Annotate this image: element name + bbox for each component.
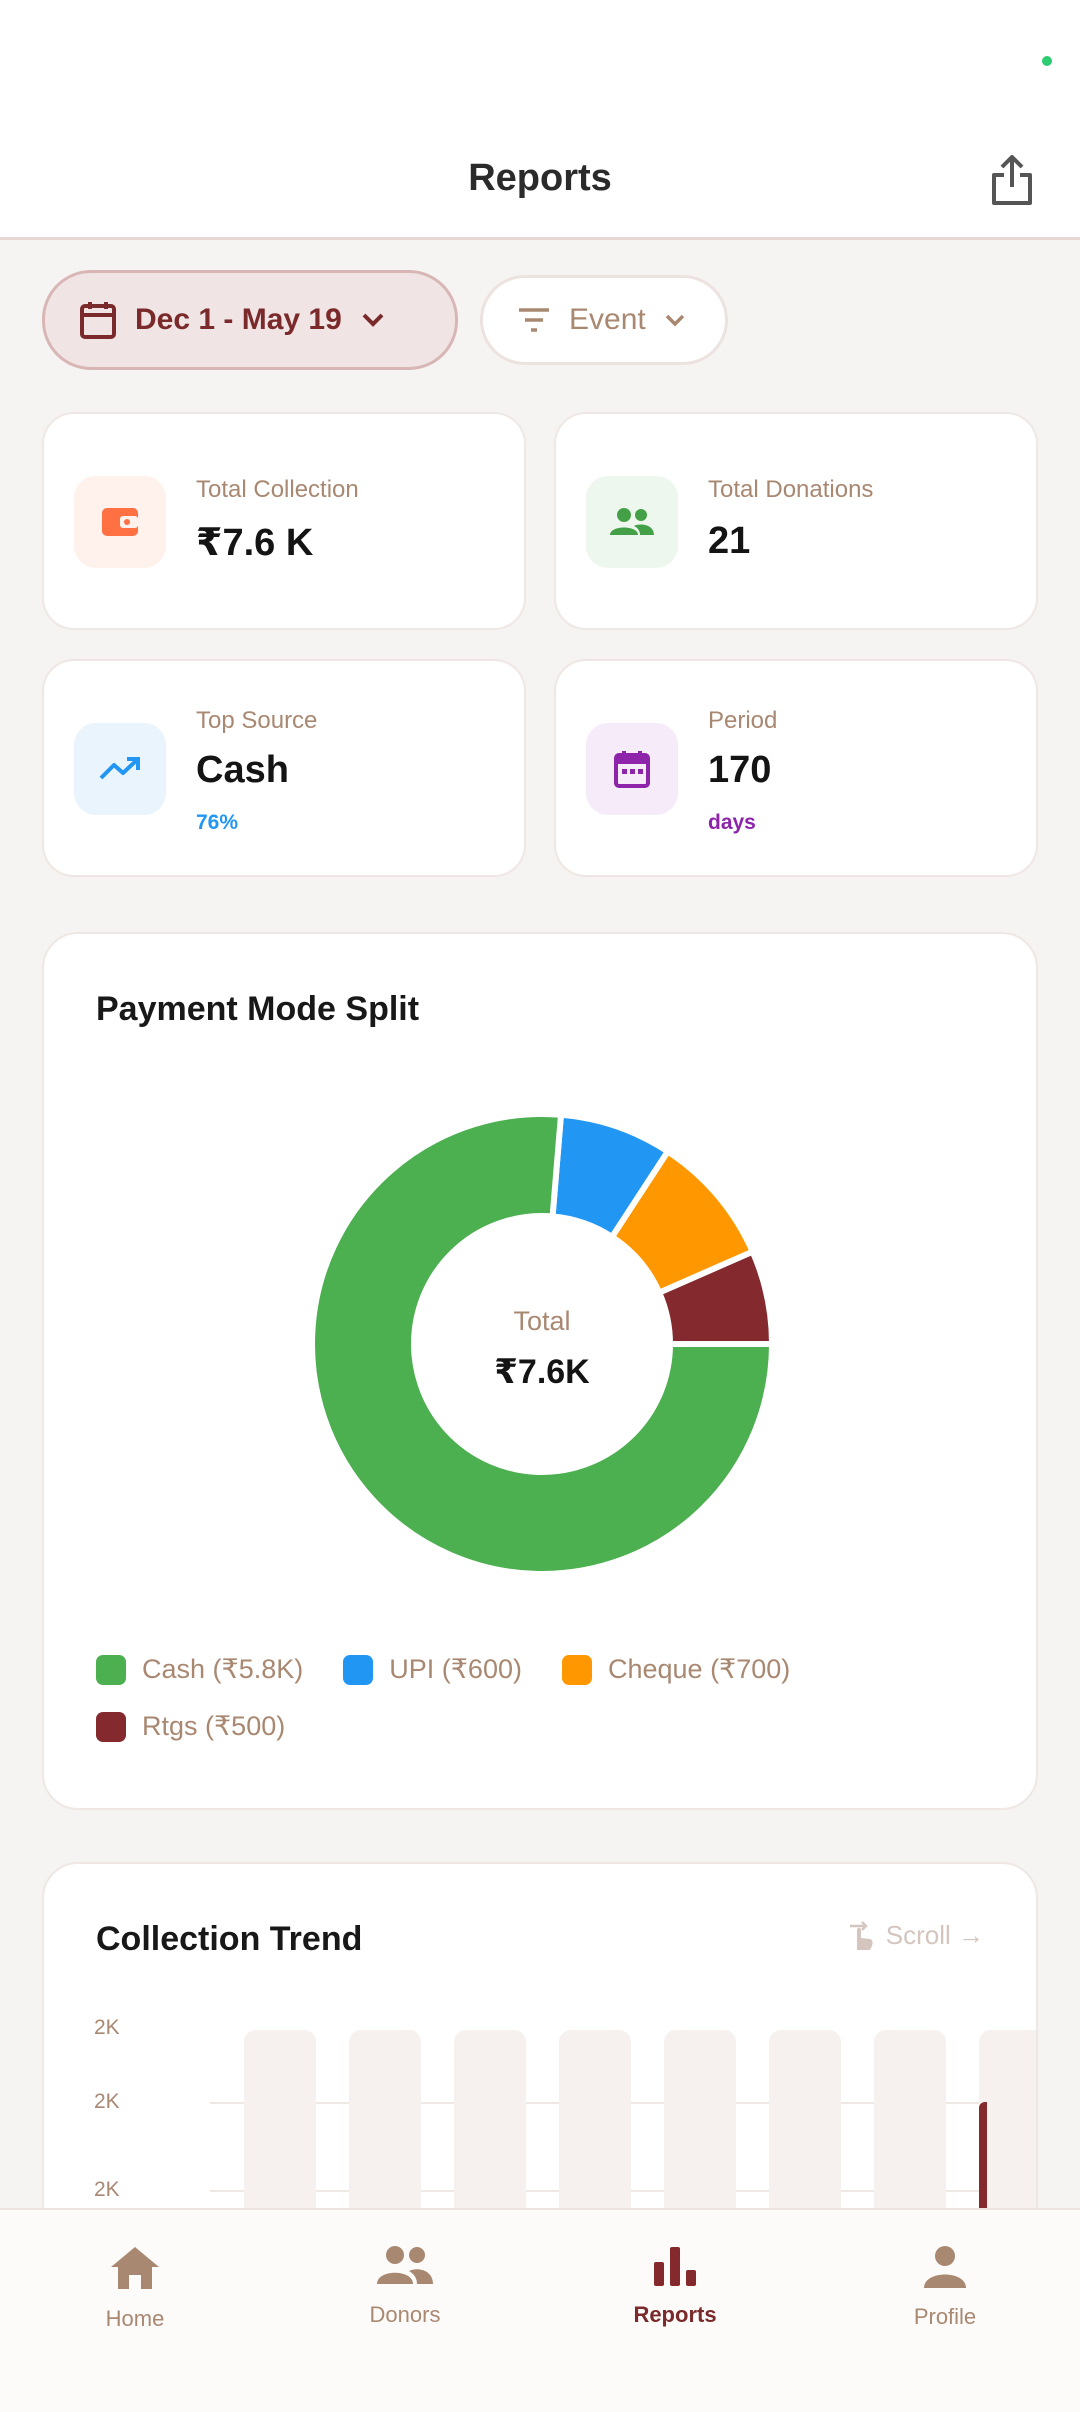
legend-item-cheque: Cheque (₹700) — [561, 1654, 791, 1685]
stat-value: 21 — [708, 520, 751, 562]
stat-label: Total Collection — [196, 476, 359, 503]
chart-legend: Cash (₹5.8K) UPI (₹600) Cheque (₹700) Rt… — [96, 1654, 996, 1742]
group-icon — [586, 476, 678, 568]
y-tick-label: 2K — [94, 2016, 120, 2039]
trending-up-icon — [74, 723, 166, 815]
nav-item-donors[interactable]: Donors — [270, 2210, 540, 2412]
stat-value: ₹7.6 K — [196, 522, 314, 564]
legend-item-rtgs: Rtgs (₹500) — [96, 1711, 285, 1742]
payment-mode-split-card: Payment Mode Split Total ₹7.6K Cash (₹5.… — [42, 932, 1038, 1810]
person-icon — [924, 2246, 966, 2288]
legend-swatch — [343, 1654, 374, 1685]
stat-label: Top Source — [196, 707, 318, 734]
legend-label: UPI (₹600) — [389, 1654, 522, 1684]
stat-card-total-collection: Total Collection ₹7.6 K — [42, 412, 526, 630]
legend-item-upi: UPI (₹600) — [343, 1654, 522, 1685]
collection-trend-card: Collection Trend Scroll → 2K 2K 2K — [42, 1862, 1038, 2262]
filter-bar: Dec 1 - May 19 Event — [42, 270, 728, 370]
legend-swatch — [96, 1711, 126, 1742]
donut-center-label: Total — [513, 1306, 571, 1336]
legend-label: Rtgs (₹500) — [142, 1711, 286, 1741]
legend-label: Cash (₹5.8K) — [142, 1654, 304, 1684]
date-range-filter[interactable]: Dec 1 - May 19 — [42, 270, 458, 370]
legend-swatch — [561, 1654, 592, 1685]
scroll-hint[interactable]: Scroll → — [846, 1918, 984, 1952]
share-button[interactable] — [974, 142, 1050, 218]
chevron-down-icon — [665, 314, 684, 327]
nav-item-reports[interactable]: Reports — [540, 2210, 810, 2412]
wallet-icon — [74, 476, 166, 568]
date-range-label: Dec 1 - May 19 — [135, 303, 342, 336]
nav-label: Reports — [633, 2302, 717, 2327]
filter-icon — [519, 308, 549, 332]
stat-card-top-source: Top Source Cash 76% — [42, 659, 526, 877]
card-title: Collection Trend — [96, 1920, 363, 1958]
nav-item-home[interactable]: Home — [0, 2210, 270, 2412]
nav-label: Profile — [913, 2304, 977, 2329]
status-bar — [0, 0, 1080, 120]
y-tick-label: 2K — [94, 2178, 120, 2201]
stat-value: 170 — [708, 749, 772, 791]
scroll-hint-label: Scroll → — [885, 1919, 984, 1950]
people-icon — [377, 2246, 433, 2284]
donut-chart — [309, 1111, 776, 1577]
event-filter-label: Event — [569, 303, 646, 336]
calendar-icon — [586, 723, 678, 815]
bar-chart-icon — [654, 2247, 696, 2286]
bottom-navigation: Home Donors Reports Profile — [0, 2208, 1080, 2412]
stat-subtext: 76% — [196, 811, 239, 834]
stat-subtext: days — [708, 811, 756, 834]
share-icon — [992, 155, 1032, 205]
calendar-icon — [80, 302, 116, 339]
swipe-hand-icon — [849, 1921, 873, 1950]
legend-swatch — [96, 1654, 126, 1685]
page-title: Reports — [468, 157, 612, 199]
nav-item-profile[interactable]: Profile — [810, 2210, 1080, 2412]
stat-card-period: Period 170 days — [554, 659, 1038, 877]
home-icon — [111, 2247, 159, 2289]
event-filter[interactable]: Event — [480, 275, 728, 365]
stat-card-total-donations: Total Donations 21 — [554, 412, 1038, 630]
y-tick-label: 2K — [94, 2090, 120, 2113]
donut-center-value: ₹7.6K — [494, 1353, 590, 1391]
status-indicator-dot — [1042, 56, 1052, 66]
nav-label: Donors — [369, 2302, 441, 2327]
stat-value: Cash — [196, 749, 289, 791]
stat-label: Total Donations — [708, 476, 874, 503]
app-bar: Reports — [0, 120, 1080, 240]
stat-label: Period — [708, 707, 778, 734]
chevron-down-icon — [362, 313, 384, 327]
legend-label: Cheque (₹700) — [607, 1654, 791, 1684]
legend-item-cash: Cash (₹5.8K) — [96, 1654, 303, 1685]
card-title: Payment Mode Split — [96, 990, 420, 1028]
nav-label: Home — [105, 2306, 165, 2331]
